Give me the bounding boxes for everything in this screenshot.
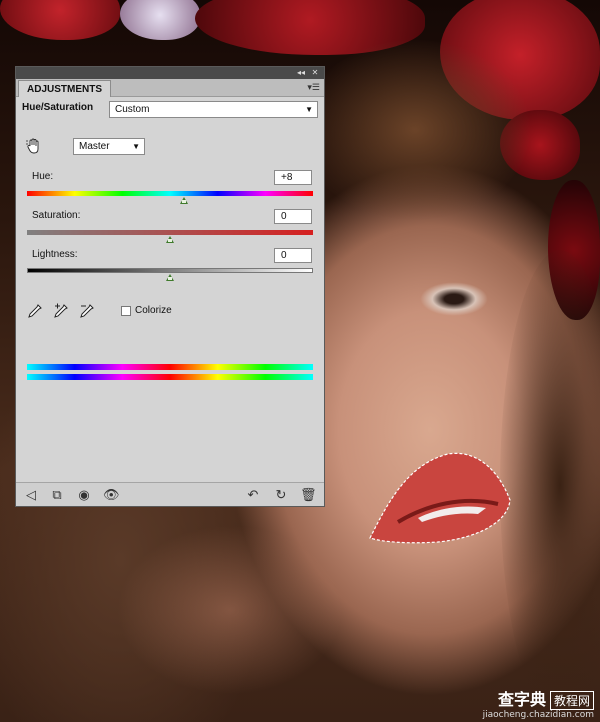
- clip-layer-icon[interactable]: ⧉: [49, 487, 65, 503]
- hue-input[interactable]: +8: [274, 170, 312, 185]
- saturation-label: Saturation:: [32, 210, 81, 221]
- colorize-checkbox[interactable]: [121, 306, 131, 316]
- hue-label: Hue:: [32, 171, 54, 182]
- visibility-eye-icon[interactable]: 👁: [103, 487, 120, 503]
- view-previous-icon[interactable]: ↶: [245, 487, 261, 503]
- chevron-down-icon: ▼: [132, 142, 140, 151]
- hue-slider-thumb[interactable]: [180, 197, 189, 204]
- saturation-input[interactable]: 0: [274, 209, 312, 224]
- tab-adjustments[interactable]: ADJUSTMENTS: [18, 80, 112, 97]
- collapse-icon[interactable]: ◂◂: [296, 68, 306, 78]
- watermark-url: jiaocheng.chazidian.com: [482, 710, 594, 720]
- chevron-down-icon: ▼: [305, 105, 313, 114]
- adjustments-panel: ◂◂ ✕ ADJUSTMENTS ▾☰ Hue/Saturation Custo…: [15, 66, 325, 507]
- lightness-slider-thumb[interactable]: [166, 274, 174, 281]
- colorize-label: Colorize: [135, 305, 172, 316]
- saturation-slider-track[interactable]: [27, 230, 313, 235]
- close-icon[interactable]: ✕: [310, 68, 320, 78]
- lightness-label: Lightness:: [32, 249, 78, 260]
- channel-value: Master: [79, 141, 110, 152]
- eyedropper-subtract-icon[interactable]: [79, 303, 95, 319]
- output-color-bar: [27, 374, 313, 380]
- reset-icon[interactable]: ↻: [273, 487, 289, 503]
- layer-mask-icon[interactable]: ◉: [76, 487, 92, 503]
- channel-dropdown[interactable]: Master ▼: [73, 138, 145, 155]
- watermark-main: 查字典: [497, 690, 546, 709]
- eyedropper-add-icon[interactable]: [53, 303, 69, 319]
- eyedropper-icon[interactable]: [27, 303, 43, 319]
- preset-value: Custom: [115, 104, 150, 115]
- trash-icon[interactable]: 🗑: [300, 487, 317, 503]
- lightness-input[interactable]: 0: [274, 248, 312, 263]
- lips-selection: [369, 452, 511, 544]
- panel-bottom-toolbar: ◁ ⧉ ◉ 👁 ↶ ↻ 🗑: [16, 482, 324, 506]
- back-icon[interactable]: ◁: [23, 487, 39, 503]
- saturation-slider-thumb[interactable]: [166, 236, 174, 243]
- preset-dropdown[interactable]: Custom ▼: [109, 101, 318, 118]
- adjustment-type-label: Hue/Saturation: [22, 102, 94, 113]
- input-color-bar: [27, 364, 313, 370]
- panel-menu-icon[interactable]: ▾☰: [307, 82, 320, 93]
- hue-slider-track[interactable]: [27, 191, 313, 196]
- panel-tab-row: ADJUSTMENTS ▾☰: [16, 79, 324, 97]
- watermark: 查字典 教程网 jiaocheng.chazidian.com: [483, 686, 594, 720]
- hand-adjust-icon[interactable]: [26, 137, 44, 155]
- watermark-boxed: 教程网: [549, 691, 594, 710]
- lightness-slider-track[interactable]: [27, 268, 313, 273]
- panel-titlebar: ◂◂ ✕: [16, 67, 324, 79]
